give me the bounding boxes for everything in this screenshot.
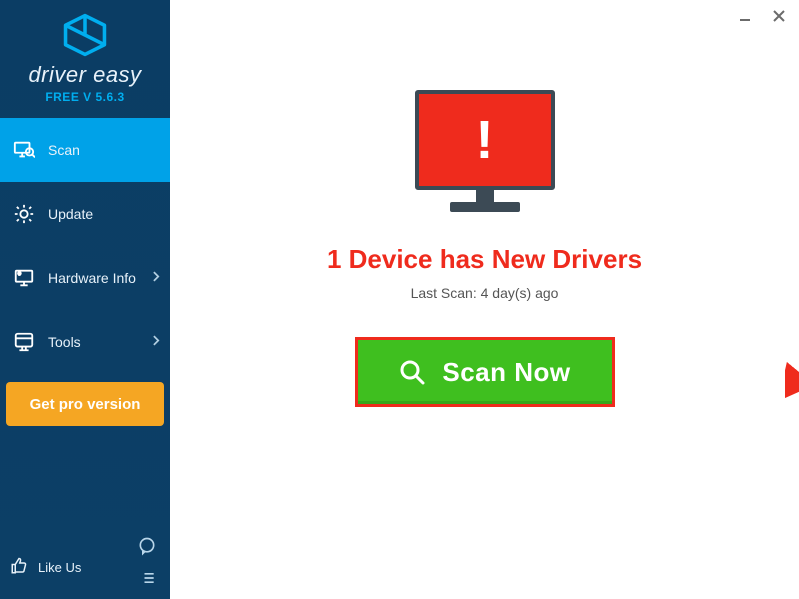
pro-button-label: Get pro version bbox=[30, 396, 141, 413]
svg-text:i: i bbox=[19, 272, 20, 276]
like-us-button[interactable]: Like Us bbox=[10, 557, 81, 578]
logo-cube-icon bbox=[55, 10, 115, 60]
exclamation-icon: ! bbox=[476, 113, 494, 167]
app-name-part2: easy bbox=[93, 62, 141, 87]
monitor-screen: ! bbox=[415, 90, 555, 190]
sidebar-item-tools[interactable]: Tools bbox=[0, 310, 170, 374]
sidebar-item-label: Hardware Info bbox=[48, 270, 136, 286]
chevron-right-icon bbox=[153, 271, 160, 285]
sidebar-item-label: Scan bbox=[48, 142, 80, 158]
sidebar-item-hardware-info[interactable]: i Hardware Info bbox=[0, 246, 170, 310]
gear-update-icon bbox=[12, 202, 36, 226]
tools-icon bbox=[12, 330, 36, 354]
scan-monitor-icon bbox=[12, 138, 36, 162]
sidebar-item-label: Update bbox=[48, 206, 93, 222]
thumbs-up-icon bbox=[10, 557, 28, 578]
main-panel: ! 1 Device has New Drivers Last Scan: 4 … bbox=[170, 0, 799, 599]
like-us-label: Like Us bbox=[38, 560, 81, 575]
monitor-base bbox=[450, 202, 520, 212]
nav: Scan Update i bbox=[0, 118, 170, 374]
sidebar-item-label: Tools bbox=[48, 334, 81, 350]
get-pro-version-button[interactable]: Get pro version bbox=[6, 382, 164, 426]
app-version: FREE V 5.6.3 bbox=[0, 90, 170, 104]
minimize-button[interactable] bbox=[735, 6, 755, 26]
close-button[interactable] bbox=[769, 6, 789, 26]
sidebar: driver easy FREE V 5.6.3 Scan bbox=[0, 0, 170, 599]
search-icon bbox=[398, 358, 426, 386]
scan-now-label: Scan Now bbox=[442, 357, 570, 388]
scan-now-button[interactable]: Scan Now bbox=[355, 337, 615, 407]
chevron-right-icon bbox=[153, 335, 160, 349]
logo-block: driver easy FREE V 5.6.3 bbox=[0, 0, 170, 112]
alert-monitor-graphic: ! bbox=[410, 90, 560, 220]
app-name-part1: driver bbox=[28, 62, 86, 87]
monitor-neck bbox=[476, 190, 494, 202]
headline-text: 1 Device has New Drivers bbox=[327, 244, 642, 275]
menu-list-icon[interactable] bbox=[136, 567, 158, 589]
sidebar-item-scan[interactable]: Scan bbox=[0, 118, 170, 182]
feedback-icon[interactable] bbox=[136, 535, 158, 557]
sidebar-bottom: Like Us bbox=[0, 535, 170, 599]
sidebar-item-update[interactable]: Update bbox=[0, 182, 170, 246]
hardware-monitor-icon: i bbox=[12, 266, 36, 290]
sidebar-right-icons bbox=[136, 535, 158, 589]
window-controls bbox=[735, 6, 789, 26]
center-stage: ! 1 Device has New Drivers Last Scan: 4 … bbox=[170, 90, 799, 407]
app-name: driver easy bbox=[0, 62, 170, 88]
last-scan-text: Last Scan: 4 day(s) ago bbox=[411, 285, 559, 301]
